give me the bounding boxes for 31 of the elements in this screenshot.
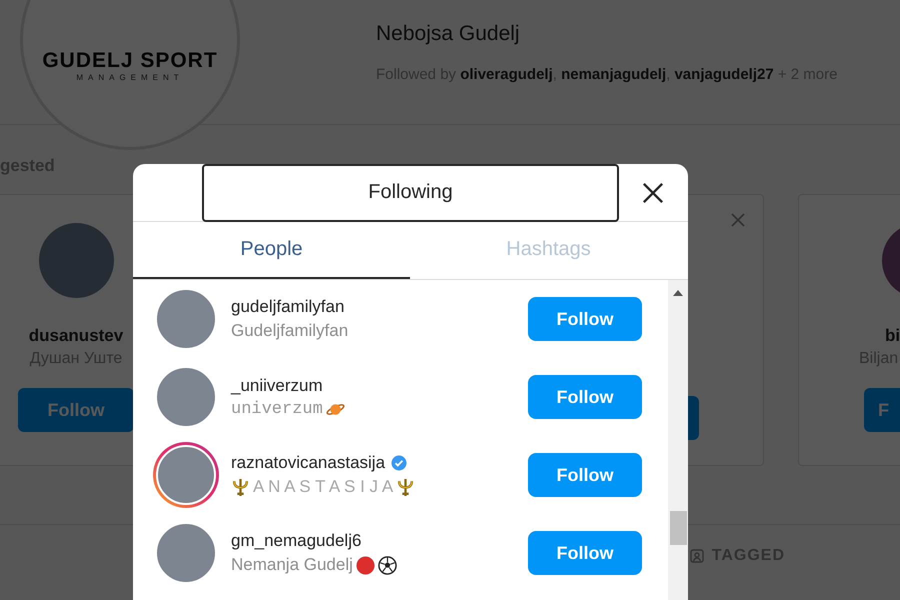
- follow-button[interactable]: Follow: [528, 453, 642, 497]
- scrollbar-thumb[interactable]: [670, 511, 686, 545]
- close-icon[interactable]: [642, 182, 664, 204]
- username[interactable]: gm_nemagudelj6: [231, 531, 362, 551]
- soccer-ball-icon: [378, 556, 397, 574]
- username[interactable]: gudeljfamilyfan: [231, 297, 344, 317]
- username[interactable]: raznatovicanastasija: [231, 453, 386, 473]
- full-name: univerzum: [231, 400, 323, 418]
- follow-button[interactable]: F: [864, 388, 900, 432]
- full-name: Nemanja Gudelj: [231, 555, 353, 575]
- full-name: A N A S T A S I J A: [253, 477, 394, 497]
- logo-title: GUDELJ SPORT: [42, 48, 218, 72]
- full-name: Gudeljfamilyfan: [231, 321, 348, 341]
- trident-icon: [396, 478, 416, 496]
- dialog-title: Following: [202, 164, 619, 222]
- username[interactable]: _uniiverzum: [231, 376, 323, 396]
- follow-button[interactable]: Follow: [528, 375, 642, 419]
- dot-icon: [356, 556, 375, 574]
- username: dusanustev: [28, 326, 124, 346]
- profile-name: Nebojsa Gudelj: [376, 22, 521, 46]
- tab[interactable]: Hashtags: [410, 222, 687, 279]
- tab[interactable]: People: [133, 222, 410, 279]
- scroll-up-icon[interactable]: [673, 290, 683, 296]
- tagged-icon: [690, 549, 704, 563]
- scrollbar[interactable]: [668, 280, 688, 600]
- follow-button[interactable]: Follow: [18, 388, 134, 432]
- follow-button[interactable]: Follow: [528, 531, 642, 575]
- trident-icon: [231, 478, 250, 496]
- follow-button[interactable]: Follow: [528, 297, 642, 341]
- username: bi: [885, 326, 900, 346]
- logo-subtitle: MANAGEMENT: [76, 72, 184, 82]
